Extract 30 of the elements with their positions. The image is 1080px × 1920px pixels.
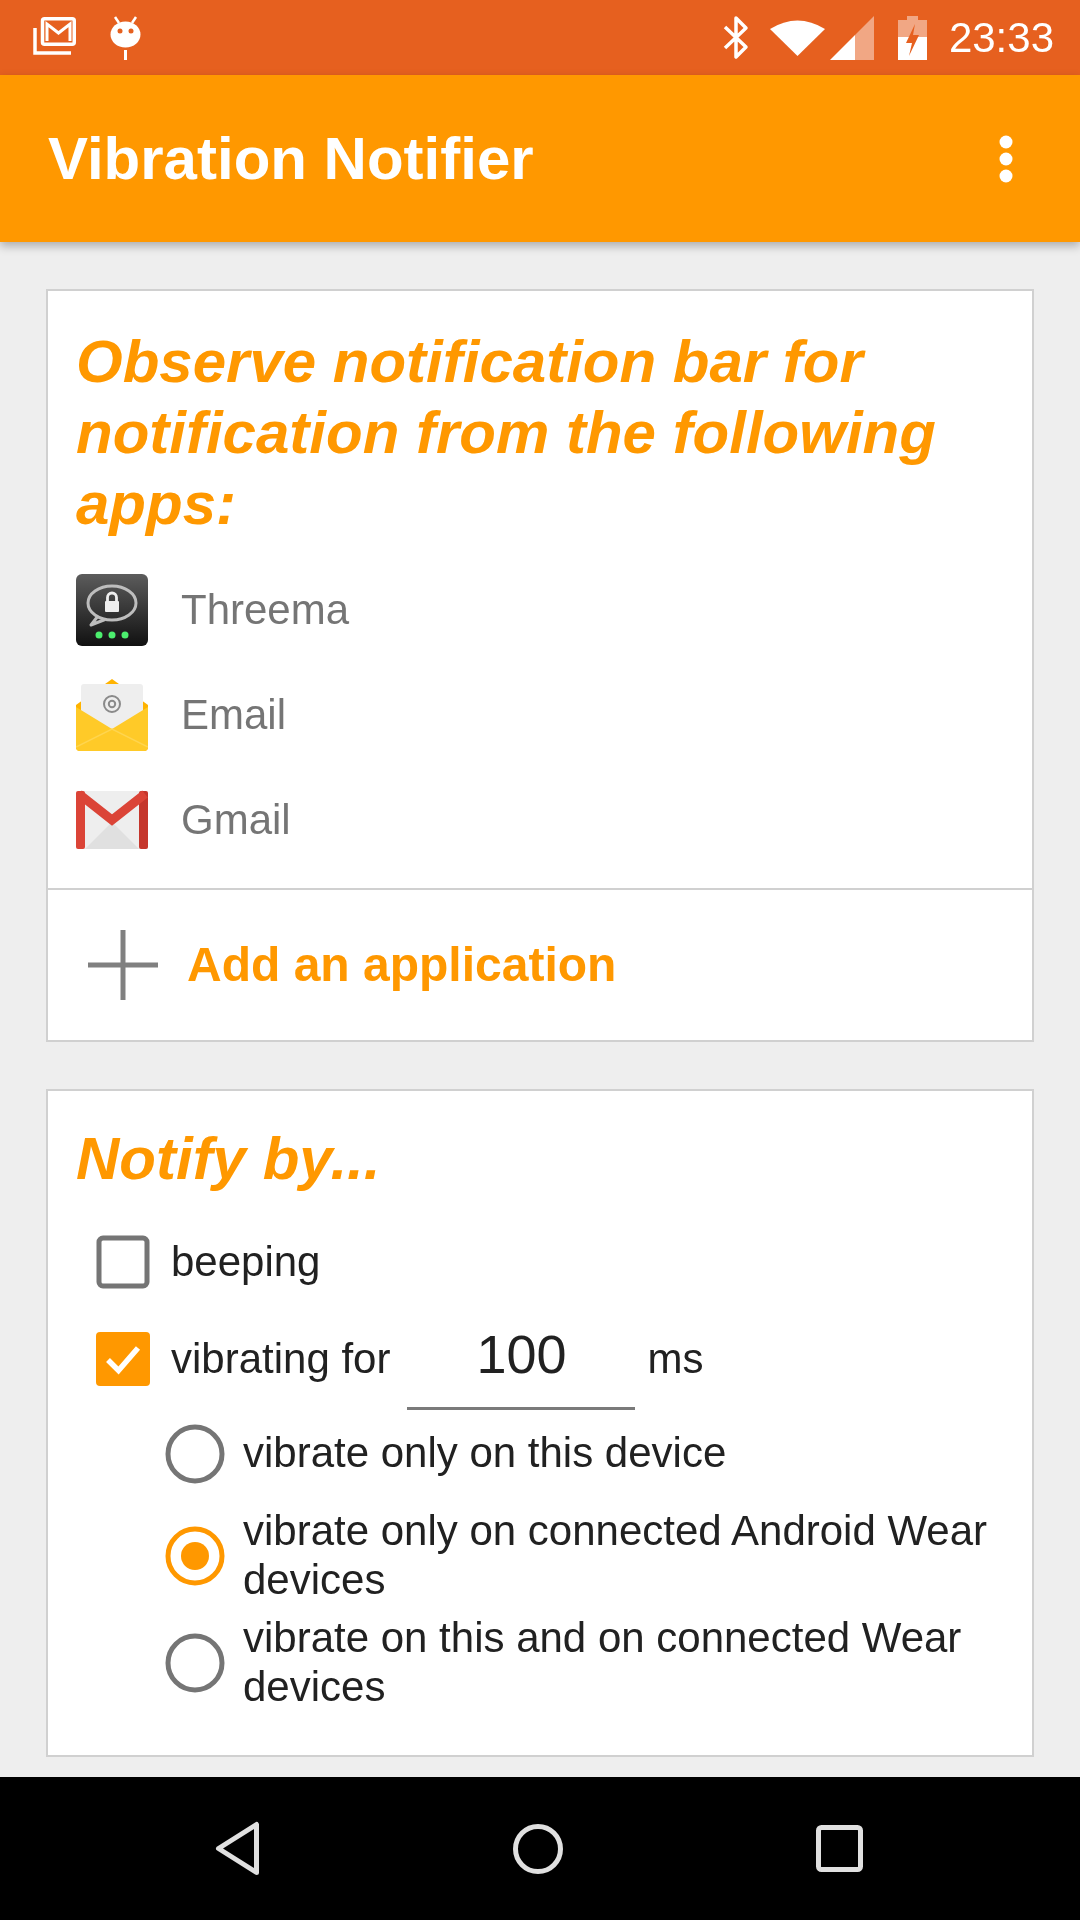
option-label: beeping (171, 1237, 321, 1286)
checkbox[interactable] (96, 1234, 150, 1289)
signal-icon (829, 15, 874, 60)
app-name: Email (181, 690, 287, 739)
status-time: 23:33 (948, 16, 1054, 59)
robot-icon (110, 15, 141, 60)
radio-button[interactable] (165, 1632, 225, 1693)
recents-icon[interactable] (816, 1825, 863, 1872)
wifi-icon (769, 19, 825, 56)
radio-button[interactable] (165, 1525, 225, 1586)
radio-label: vibrate only on this device (243, 1429, 728, 1478)
unit-label: ms (647, 1334, 704, 1383)
app-title: Vibration Notifier (48, 128, 534, 189)
section-heading: Notify by... (76, 1124, 382, 1194)
plus-icon (88, 930, 158, 1000)
stacked-mail-icon (33, 16, 76, 55)
radio-label: vibrate on this and on connected Wear devices (243, 1614, 963, 1711)
checkbox[interactable] (96, 1331, 150, 1386)
radio-button[interactable] (165, 1423, 225, 1484)
battery-charging-icon (897, 15, 927, 60)
back-icon[interactable] (215, 1821, 260, 1876)
section-heading: Observe notification bar for notification from the following apps: (76, 327, 937, 539)
duration-field[interactable]: 100 (407, 1317, 636, 1410)
option-label: vibrating for (171, 1334, 391, 1383)
speech-bubble-lock-icon (76, 573, 148, 646)
home-icon[interactable] (513, 1823, 563, 1874)
envelope-letter-icon (76, 678, 148, 751)
app-name: Gmail (181, 795, 291, 844)
app-name: Threema (181, 585, 350, 634)
bluetooth-icon (721, 15, 750, 60)
